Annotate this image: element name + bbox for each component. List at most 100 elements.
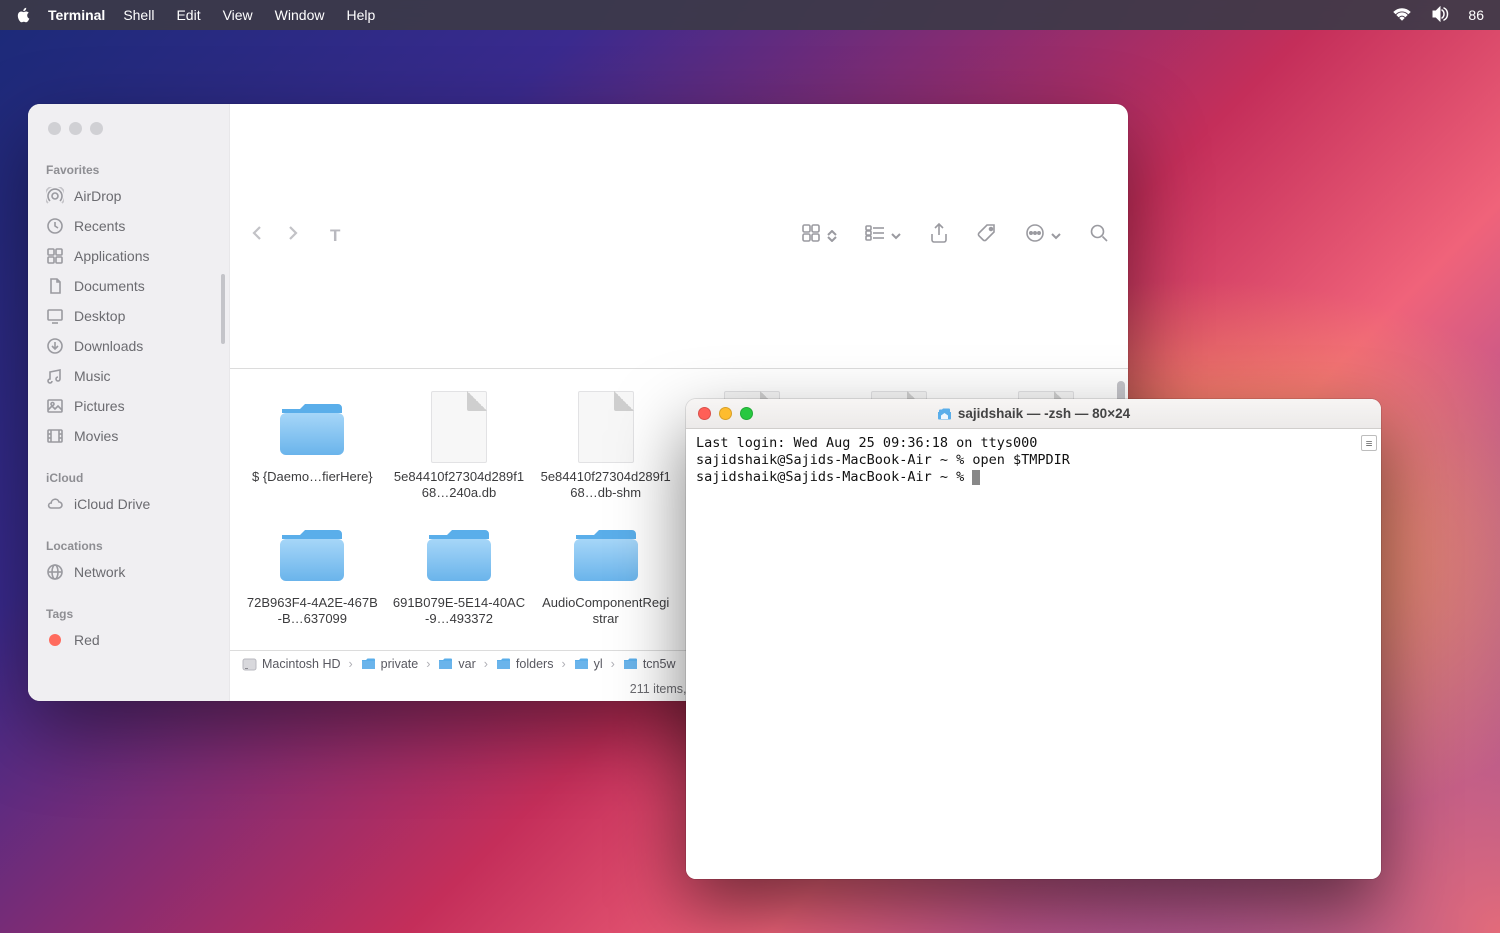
- sidebar-item-label: Downloads: [74, 338, 143, 354]
- sidebar-item-music[interactable]: Music: [28, 361, 229, 391]
- sidebar-item-icloud-drive[interactable]: iCloud Drive: [28, 489, 229, 519]
- traffic-min[interactable]: [69, 122, 82, 135]
- sidebar-item-pictures[interactable]: Pictures: [28, 391, 229, 421]
- folder-icon: [570, 517, 642, 589]
- terminal-window: sajidshaik — -zsh — 80×24 Last login: We…: [686, 399, 1381, 879]
- folder-icon: [276, 644, 348, 651]
- terminal-scroll-indicator[interactable]: [1361, 435, 1377, 451]
- menubar-battery-text[interactable]: 86: [1468, 7, 1484, 23]
- folder-item[interactable]: com.apple.AddressBook.C…sService: [240, 640, 385, 651]
- menu-help[interactable]: Help: [346, 7, 375, 23]
- folder-item[interactable]: $ {Daemo…fierHere}: [240, 387, 385, 506]
- chevron-right-icon: ›: [611, 657, 615, 671]
- volume-icon[interactable]: [1430, 6, 1450, 25]
- group-button[interactable]: [864, 222, 902, 249]
- file-label: 72B963F4-4A2E-467B-B…637099: [246, 595, 379, 628]
- file-label: 5e84410f27304d289f168…240a.db: [393, 469, 526, 502]
- sidebar-item-label: Applications: [74, 248, 150, 264]
- terminal-body[interactable]: Last login: Wed Aug 25 09:36:18 on ttys0…: [686, 429, 1381, 879]
- traffic-close[interactable]: [48, 122, 61, 135]
- picture-icon: [46, 397, 64, 415]
- nav-back-icon[interactable]: [248, 224, 266, 247]
- sidebar-header: Favorites: [28, 155, 229, 181]
- sidebar-item-documents[interactable]: Documents: [28, 271, 229, 301]
- path-segment[interactable]: Macintosh HD: [242, 657, 341, 672]
- path-segment[interactable]: yl: [574, 657, 603, 671]
- doc-icon: [46, 277, 64, 295]
- sidebar-item-desktop[interactable]: Desktop: [28, 301, 229, 331]
- sidebar-item-airdrop[interactable]: AirDrop: [28, 181, 229, 211]
- folder-item[interactable]: 691B079E-5E14-40AC-9…493372: [387, 513, 532, 632]
- file-label: AudioComponentRegistrar: [539, 595, 672, 628]
- folder-item[interactable]: 72B963F4-4A2E-467B-B…637099: [240, 513, 385, 632]
- sidebar-item-downloads[interactable]: Downloads: [28, 331, 229, 361]
- sidebar-item-label: Movies: [74, 428, 118, 444]
- chevron-right-icon: ›: [426, 657, 430, 671]
- path-segment[interactable]: folders: [496, 657, 554, 671]
- menubar: Terminal Shell Edit View Window Help 86: [0, 0, 1500, 30]
- chevron-right-icon: ›: [349, 657, 353, 671]
- share-icon[interactable]: [928, 222, 950, 249]
- search-icon[interactable]: [1088, 222, 1110, 249]
- apple-menu-icon[interactable]: [16, 7, 34, 23]
- terminal-cursor: [972, 470, 980, 485]
- document-icon: [423, 391, 495, 463]
- menu-shell[interactable]: Shell: [123, 7, 154, 23]
- terminal-title: sajidshaik — -zsh — 80×24: [686, 406, 1381, 421]
- sidebar-item-movies[interactable]: Movies: [28, 421, 229, 451]
- music-icon: [46, 367, 64, 385]
- sidebar-item-network[interactable]: Network: [28, 557, 229, 587]
- menubar-app-name[interactable]: Terminal: [48, 7, 105, 23]
- path-label: yl: [594, 657, 603, 671]
- sidebar-header: iCloud: [28, 463, 229, 489]
- menu-window[interactable]: Window: [275, 7, 325, 23]
- folder-icon: [570, 644, 642, 651]
- folder-item[interactable]: com.apple.AirPlayUIAgent: [387, 640, 532, 651]
- sidebar-scrollbar[interactable]: [221, 274, 225, 344]
- path-segment[interactable]: private: [361, 657, 419, 671]
- action-menu-button[interactable]: [1024, 222, 1062, 249]
- sidebar-item-label: AirDrop: [74, 188, 121, 204]
- finder-traffic-lights[interactable]: [28, 104, 229, 149]
- sidebar-item-recents[interactable]: Recents: [28, 211, 229, 241]
- path-segment[interactable]: tcn5w: [623, 657, 676, 671]
- folder-icon: [423, 517, 495, 589]
- sidebar-item-label: Recents: [74, 218, 125, 234]
- sidebar-item-label: Music: [74, 368, 111, 384]
- view-mode-button[interactable]: [800, 222, 838, 249]
- path-segment[interactable]: var: [438, 657, 475, 671]
- file-item[interactable]: 5e84410f27304d289f168…db-shm: [533, 387, 678, 506]
- sidebar-item-label: Network: [74, 564, 125, 580]
- path-label: var: [458, 657, 475, 671]
- terminal-line: sajidshaik@Sajids-MacBook-Air ~ % open $…: [696, 452, 1070, 468]
- finder-sidebar: Favorites AirDrop Recents Applications Docum…: [28, 104, 230, 701]
- folder-item[interactable]: com.apple.akd: [533, 640, 678, 651]
- cloud-icon: [46, 495, 64, 513]
- path-label: private: [381, 657, 419, 671]
- sidebar-item-label: Desktop: [74, 308, 125, 324]
- desktop-icon: [46, 307, 64, 325]
- file-item[interactable]: 5e84410f27304d289f168…240a.db: [387, 387, 532, 506]
- chevron-right-icon: ›: [561, 657, 565, 671]
- nav-forward-icon[interactable]: [284, 224, 302, 247]
- chevron-right-icon: ›: [484, 657, 488, 671]
- terminal-titlebar[interactable]: sajidshaik — -zsh — 80×24: [686, 399, 1381, 429]
- sidebar-item-label: Red: [74, 632, 100, 648]
- menu-view[interactable]: View: [223, 7, 253, 23]
- wifi-icon[interactable]: [1392, 7, 1412, 24]
- tag-red-icon: [46, 631, 64, 649]
- document-icon: [570, 391, 642, 463]
- terminal-line: sajidshaik@Sajids-MacBook-Air ~ %: [696, 469, 972, 485]
- clock-icon: [46, 217, 64, 235]
- file-label: $ {Daemo…fierHere}: [252, 469, 373, 485]
- path-label: Macintosh HD: [262, 657, 341, 671]
- sidebar-header: Locations: [28, 531, 229, 557]
- sidebar-item-applications[interactable]: Applications: [28, 241, 229, 271]
- download-icon: [46, 337, 64, 355]
- folder-item[interactable]: AudioComponentRegistrar: [533, 513, 678, 632]
- sidebar-item-red[interactable]: Red: [28, 625, 229, 655]
- traffic-max[interactable]: [90, 122, 103, 135]
- file-label: 5e84410f27304d289f168…db-shm: [539, 469, 672, 502]
- tag-icon[interactable]: [976, 222, 998, 249]
- menu-edit[interactable]: Edit: [176, 7, 200, 23]
